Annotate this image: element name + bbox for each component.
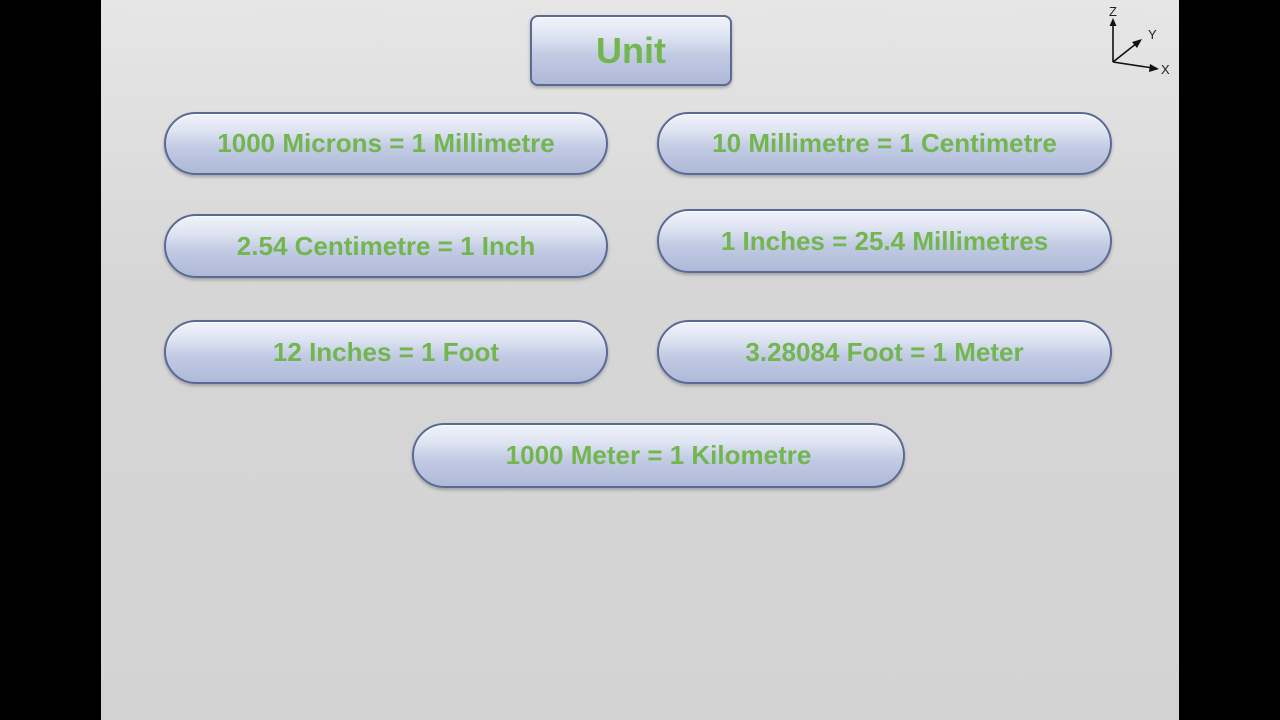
conversion-text: 1 Inches = 25.4 Millimetres <box>720 225 1049 256</box>
x-axis-line <box>1112 61 1154 69</box>
y-axis-line <box>1112 42 1138 63</box>
conversion-microns-to-millimetre: 1000 Microns = 1 Millimetre <box>164 112 608 175</box>
z-axis-label: Z <box>1109 4 1117 19</box>
conversion-inches-to-foot: 12 Inches = 1 Foot <box>164 320 608 384</box>
conversion-inches-to-millimetres: 1 Inches = 25.4 Millimetres <box>657 209 1112 273</box>
conversion-text: 1000 Microns = 1 Millimetre <box>217 128 555 158</box>
conversion-text: 3.28084 Foot = 1 Meter <box>745 336 1024 367</box>
conversion-text: 10 Millimetre = 1 Centimetre <box>712 128 1057 158</box>
title-box: Unit <box>530 15 732 86</box>
xyz-axes-icon: Z Y X <box>1109 4 1170 77</box>
conversion-text: 2.54 Centimetre = 1 Inch <box>236 230 536 261</box>
slide-canvas: Unit Z Y X 1000 Microns = 1 Millimetre 1… <box>101 0 1179 720</box>
conversion-millimetre-to-centimetre: 10 Millimetre = 1 Centimetre <box>657 112 1112 175</box>
conversion-foot-to-meter: 3.28084 Foot = 1 Meter <box>657 320 1112 384</box>
page-title: Unit <box>596 29 666 71</box>
conversion-centimetre-to-inch: 2.54 Centimetre = 1 Inch <box>164 214 608 278</box>
conversion-text: 12 Inches = 1 Foot <box>272 336 500 367</box>
y-axis-label: Y <box>1148 27 1157 42</box>
z-axis-arrow <box>1109 18 1117 26</box>
conversion-text: 1000 Meter = 1 Kilometre <box>505 440 812 470</box>
conversion-meter-to-kilometre: 1000 Meter = 1 Kilometre <box>412 423 905 488</box>
x-axis-label: X <box>1161 62 1170 77</box>
x-axis-arrow <box>1149 64 1159 72</box>
